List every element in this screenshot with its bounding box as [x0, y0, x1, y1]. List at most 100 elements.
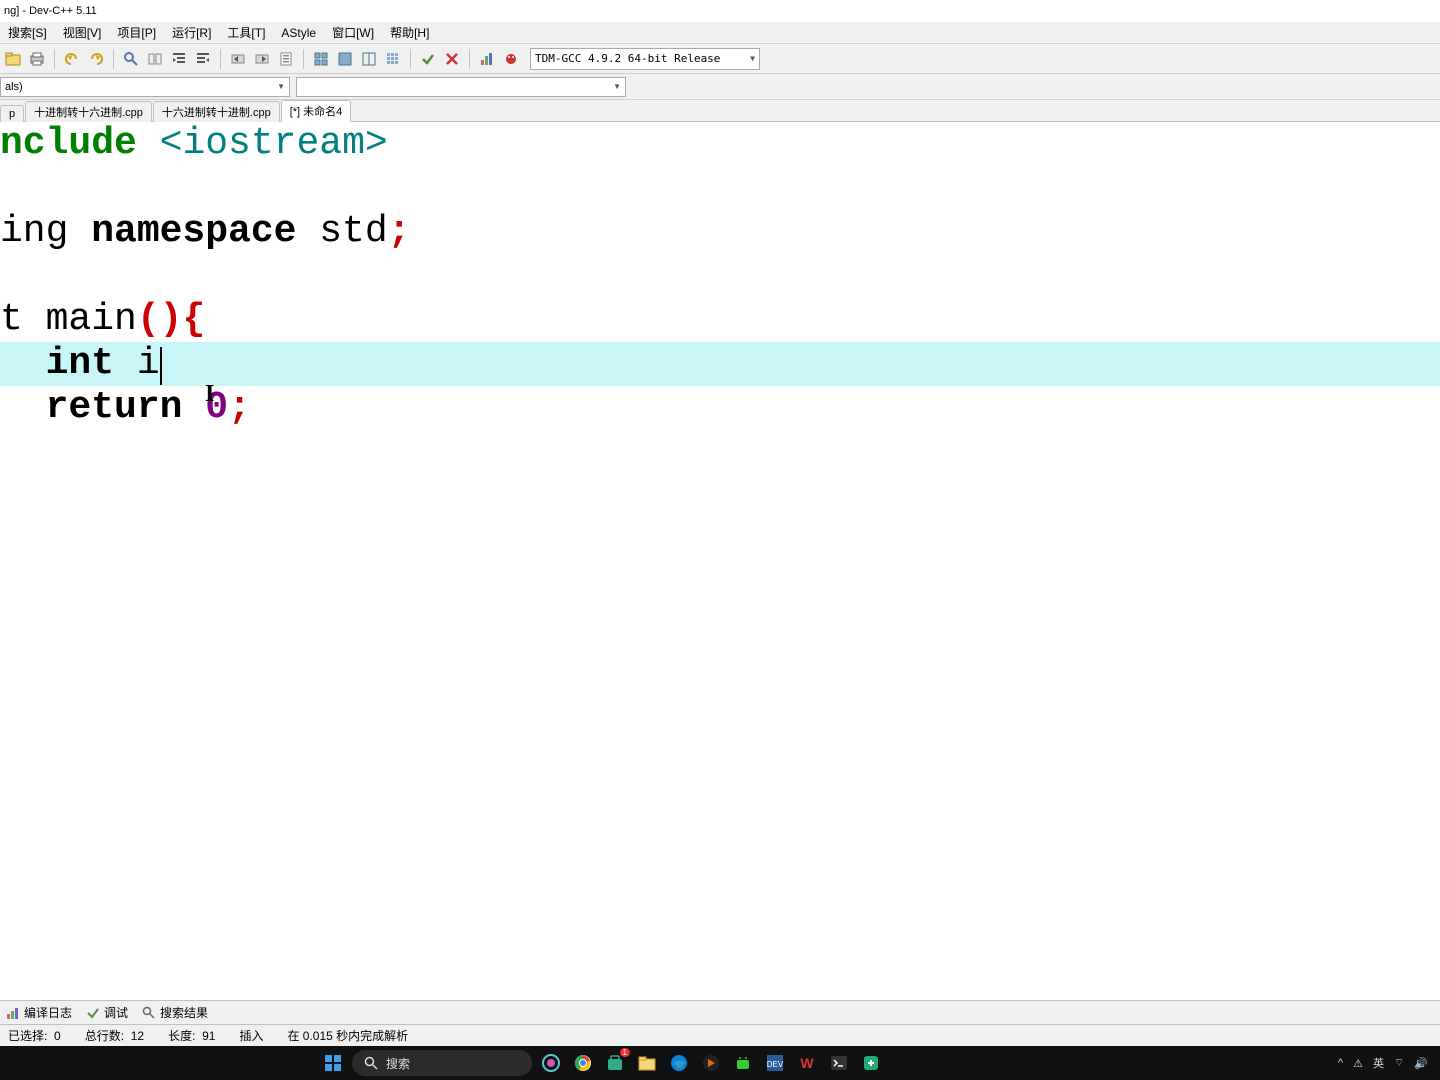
layout2-icon[interactable]: [334, 48, 356, 70]
status-insert-mode: 插入: [239, 1027, 263, 1044]
code-text: return: [0, 386, 205, 429]
menu-window[interactable]: 窗口[W]: [324, 22, 382, 43]
explorer-icon[interactable]: [634, 1050, 660, 1076]
start-button[interactable]: [320, 1050, 346, 1076]
copilot-icon[interactable]: [538, 1050, 564, 1076]
layout3-icon[interactable]: [358, 48, 380, 70]
unindent-icon[interactable]: [192, 48, 214, 70]
tab-compile-log[interactable]: 编译日志: [6, 1004, 72, 1021]
menu-bar: 搜索[S] 视图[V] 项目[P] 运行[R] 工具[T] AStyle 窗口[…: [0, 22, 1440, 44]
svg-text:W: W: [800, 1055, 814, 1071]
code-text: std: [296, 210, 387, 253]
debug-icon[interactable]: [500, 48, 522, 70]
code-text: ;: [388, 210, 411, 253]
chrome-icon[interactable]: [570, 1050, 596, 1076]
tab-file4-active[interactable]: [*] 未命名4: [281, 100, 352, 122]
document-tabs: p 十进制转十六进制.cpp 十六进制转十进制.cpp [*] 未命名4: [0, 100, 1440, 122]
tab-search-results[interactable]: 搜索结果: [142, 1004, 208, 1021]
tray-volume-icon[interactable]: 🔊: [1414, 1057, 1428, 1070]
title-bar: ng] - Dev-C++ 5.11: [0, 0, 1440, 22]
system-tray: ^ ⚠ 英 ⌔ 🔊: [1338, 1055, 1440, 1071]
menu-astyle[interactable]: AStyle: [273, 24, 324, 42]
find-icon[interactable]: [120, 48, 142, 70]
status-lines: 总行数: 12: [85, 1027, 144, 1044]
bookmark-icon[interactable]: [275, 48, 297, 70]
open-file-icon[interactable]: [2, 48, 24, 70]
toolbar-separator: [220, 49, 221, 69]
indent-icon[interactable]: [168, 48, 190, 70]
chevron-down-icon: ▼: [613, 82, 621, 91]
code-text: ;: [228, 386, 251, 429]
menu-search[interactable]: 搜索[S]: [0, 22, 55, 43]
code-text: {: [182, 298, 205, 341]
search-icon: [364, 1056, 378, 1070]
chevron-down-icon: ▼: [277, 82, 285, 91]
cancel-icon[interactable]: [441, 48, 463, 70]
code-editor[interactable]: nclude <iostream> ing namespace std; t m…: [0, 122, 1440, 430]
app-icon[interactable]: [858, 1050, 884, 1076]
title-text: ng] - Dev-C++ 5.11: [4, 5, 97, 17]
tab-label: 调试: [104, 1004, 128, 1021]
tab-file1[interactable]: p: [0, 105, 24, 122]
tray-wifi-icon[interactable]: ⌔: [1394, 1056, 1404, 1070]
tab-file3[interactable]: 十六进制转十进制.cpp: [153, 101, 280, 122]
scope-combo[interactable]: als) ▼: [0, 77, 290, 97]
toolbar-separator: [54, 49, 55, 69]
redo-icon[interactable]: [85, 48, 107, 70]
print-icon[interactable]: [26, 48, 48, 70]
toolbar-separator: [469, 49, 470, 69]
wps-icon[interactable]: W: [794, 1050, 820, 1076]
tray-warning-icon[interactable]: ⚠: [1353, 1057, 1363, 1070]
taskbar-search[interactable]: 搜索: [352, 1050, 532, 1076]
tab-file2[interactable]: 十进制转十六进制.cpp: [25, 101, 152, 122]
terminal-icon[interactable]: [826, 1050, 852, 1076]
code-text: namespace: [91, 210, 296, 253]
layout1-icon[interactable]: [310, 48, 332, 70]
i-beam-cursor-icon: I: [205, 372, 214, 416]
text-caret: [160, 347, 162, 385]
player-icon[interactable]: [698, 1050, 724, 1076]
android-icon[interactable]: [730, 1050, 756, 1076]
goto-next-icon[interactable]: [251, 48, 273, 70]
layout4-icon[interactable]: [382, 48, 404, 70]
chevron-down-icon: ▼: [750, 54, 755, 63]
code-text: int: [0, 342, 114, 385]
tab-label: 编译日志: [24, 1004, 72, 1021]
tray-language[interactable]: 英: [1373, 1055, 1384, 1071]
tray-chevron-icon[interactable]: ^: [1338, 1057, 1343, 1069]
code-text: (): [137, 298, 183, 341]
function-combo[interactable]: ▼: [296, 77, 626, 97]
code-text: nclude: [0, 122, 160, 165]
compiler-selector[interactable]: TDM-GCC 4.9.2 64-bit Release ▼: [530, 48, 760, 70]
undo-icon[interactable]: [61, 48, 83, 70]
context-row: als) ▼ ▼: [0, 74, 1440, 100]
check-icon[interactable]: [417, 48, 439, 70]
code-text: t: [0, 298, 46, 341]
replace-icon[interactable]: [144, 48, 166, 70]
goto-prev-icon[interactable]: [227, 48, 249, 70]
menu-view[interactable]: 视图[V]: [55, 22, 110, 43]
status-bar: 已选择: 0 总行数: 12 长度: 91 插入 在 0.015 秒内完成解析: [0, 1024, 1440, 1046]
toolbar-separator: [410, 49, 411, 69]
tab-debug[interactable]: 调试: [86, 1004, 128, 1021]
store-icon[interactable]: 1: [602, 1050, 628, 1076]
menu-project[interactable]: 项目[P]: [109, 22, 164, 43]
scope-combo-text: als): [5, 81, 23, 93]
tab-label: 搜索结果: [160, 1004, 208, 1021]
code-text: i: [114, 342, 160, 385]
toolbar-separator: [303, 49, 304, 69]
bottom-panel-tabs: 编译日志 调试 搜索结果: [0, 1000, 1440, 1024]
menu-help[interactable]: 帮助[H]: [382, 22, 437, 43]
badge: 1: [620, 1048, 630, 1057]
search-icon: [142, 1006, 156, 1020]
bar-chart-icon: [6, 1006, 20, 1020]
profiler-icon[interactable]: [476, 48, 498, 70]
code-text: main: [46, 298, 137, 341]
toolbar: TDM-GCC 4.9.2 64-bit Release ▼: [0, 44, 1440, 74]
menu-tools[interactable]: 工具[T]: [219, 22, 273, 43]
menu-run[interactable]: 运行[R]: [164, 22, 219, 43]
devcpp-icon[interactable]: DEV: [762, 1050, 788, 1076]
edge-icon[interactable]: [666, 1050, 692, 1076]
windows-taskbar: 搜索 1 DEV W ^ ⚠ 英 ⌔ 🔊: [0, 1046, 1440, 1080]
compiler-selector-label: TDM-GCC 4.9.2 64-bit Release: [535, 52, 720, 65]
